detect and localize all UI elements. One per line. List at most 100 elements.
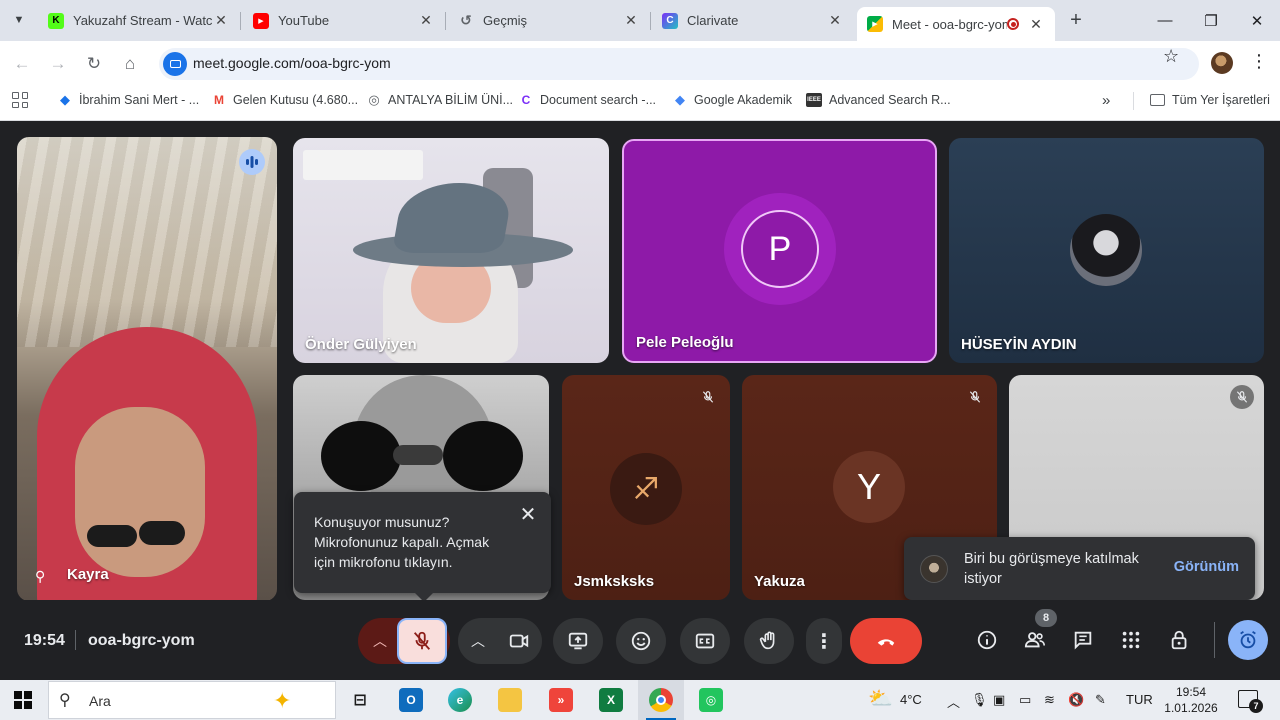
- browser-toolbar: ← → ↻ ⌂ meet.google.com/ooa-bgrc-yom ☆ ⋮: [0, 41, 1280, 86]
- more-options-button[interactable]: ⋮: [806, 618, 842, 664]
- meeting-time: 19:54: [24, 632, 65, 649]
- view-button[interactable]: Görünüm: [1174, 559, 1239, 575]
- scholar-icon: ◆: [60, 92, 70, 107]
- apps-grid-icon[interactable]: [12, 92, 28, 108]
- camera-toggle-button[interactable]: [496, 618, 542, 664]
- close-icon[interactable]: ✕: [826, 12, 844, 29]
- raise-hand-button[interactable]: [744, 618, 794, 664]
- camera-options-caret-icon[interactable]: ︿: [458, 618, 498, 664]
- close-icon[interactable]: ✕: [417, 12, 435, 29]
- present-button[interactable]: [553, 618, 603, 664]
- sagittarius-avatar-icon: ♐: [610, 453, 682, 525]
- leave-call-button[interactable]: [850, 618, 922, 664]
- bookmark-gmail[interactable]: M Gelen Kutusu (4.680...: [212, 90, 358, 110]
- mic-off-icon: [696, 385, 720, 409]
- copilot-sparkle-icon: ✦: [273, 688, 292, 713]
- taskbar-search-input[interactable]: ⚲ Ara ✦: [48, 681, 336, 719]
- all-bookmarks-label: Tüm Yer İşaretleri: [1172, 93, 1270, 107]
- taskbar-explorer[interactable]: [487, 680, 533, 720]
- tab-youtube[interactable]: ▶ YouTube ✕: [243, 0, 446, 41]
- history-icon: ↺: [460, 12, 472, 28]
- more-bookmarks-icon[interactable]: »: [1102, 90, 1110, 110]
- taskbar-chrome[interactable]: [638, 680, 684, 720]
- participant-tile-onder[interactable]: Önder Gülyiyen: [293, 138, 609, 363]
- participant-video: [293, 138, 609, 363]
- bookmark-google-akademik[interactable]: ◆ Google Akademik: [673, 90, 792, 110]
- forward-icon[interactable]: →: [46, 52, 70, 76]
- site-info-icon[interactable]: [163, 52, 187, 76]
- mic-off-icon: [413, 631, 431, 650]
- tray-overflow-icon[interactable]: ︿: [947, 692, 960, 711]
- captions-button[interactable]: [680, 618, 730, 664]
- tab-meet[interactable]: ▶ Meet - ooa-bgrc-yom ✕: [857, 7, 1055, 41]
- chat-button[interactable]: [1069, 626, 1097, 654]
- restore-icon[interactable]: ❐: [1188, 0, 1234, 41]
- new-tab-button[interactable]: +: [1065, 9, 1087, 31]
- participant-tile-pele[interactable]: P Pele Peleoğlu: [622, 139, 937, 363]
- tab-yakuzahf[interactable]: K Yakuzahf Stream - Watch ✕: [38, 0, 241, 41]
- notification-center-icon[interactable]: 7: [1238, 690, 1263, 713]
- bookmark-ibrahim[interactable]: ◆ İbrahim Sani Mert - ...: [58, 90, 199, 110]
- pin-icon: ⚲: [35, 568, 46, 584]
- recording-icon: [1007, 18, 1019, 30]
- reload-icon[interactable]: ↻: [82, 52, 106, 76]
- reactions-button[interactable]: [616, 618, 666, 664]
- taskbar-outlook[interactable]: O: [388, 680, 434, 720]
- menu-icon[interactable]: ⋮: [1250, 51, 1268, 72]
- bookmark-label: Google Akademik: [694, 93, 792, 107]
- participant-tile-jsmksksks[interactable]: ♐ Jsmksksks: [562, 375, 730, 600]
- taskbar-search-placeholder: Ara: [89, 693, 111, 709]
- people-button[interactable]: [1021, 626, 1049, 654]
- close-icon[interactable]: ✕: [212, 12, 230, 29]
- bookmark-antalya[interactable]: ◎ ANTALYA BİLİM ÜNİ...: [367, 90, 513, 110]
- minimize-icon[interactable]: —: [1142, 0, 1188, 41]
- back-icon[interactable]: ←: [10, 52, 34, 76]
- bookmark-document-search[interactable]: C Document search -...: [519, 90, 656, 110]
- tab-search-icon[interactable]: ▼: [6, 7, 32, 33]
- host-lock-icon: [1171, 630, 1187, 650]
- wifi-icon[interactable]: ≋: [1044, 692, 1055, 708]
- meeting-info-button[interactable]: [973, 626, 1001, 654]
- all-bookmarks[interactable]: Tüm Yer İşaretleri: [1150, 90, 1270, 110]
- url-text: meet.google.com/ooa-bgrc-yom: [193, 55, 391, 71]
- participant-name: Yakuza: [754, 573, 805, 590]
- taskbar-excel[interactable]: X: [588, 680, 634, 720]
- participant-name: HÜSEYİN AYDIN: [961, 336, 1077, 353]
- weather-icon: ⛅: [868, 688, 893, 710]
- close-icon[interactable]: ✕: [622, 12, 640, 29]
- profile-avatar[interactable]: [1211, 52, 1233, 74]
- activities-button[interactable]: [1117, 626, 1145, 654]
- mic-options-caret-icon[interactable]: ︿: [360, 618, 400, 664]
- kick-icon: K: [48, 12, 64, 29]
- tab-clarivate[interactable]: C Clarivate ✕: [652, 0, 854, 41]
- participant-tile-kayra[interactable]: ⚲ Kayra: [17, 137, 277, 601]
- task-view-button[interactable]: ⊟: [337, 680, 383, 720]
- bookmark-label: İbrahim Sani Mert - ...: [79, 93, 200, 107]
- taskbar-app[interactable]: ◎: [688, 680, 734, 720]
- taskbar-anydesk[interactable]: »: [538, 680, 584, 720]
- participant-avatar: [1070, 214, 1142, 286]
- mic-toggle-button[interactable]: [397, 618, 447, 664]
- chrome-icon: [649, 688, 673, 712]
- home-icon[interactable]: ⌂: [118, 52, 142, 76]
- clarivate-icon: C: [521, 93, 531, 107]
- camera-icon: [509, 634, 529, 648]
- weather-temp[interactable]: 4°C: [900, 692, 922, 707]
- host-controls-button[interactable]: [1166, 626, 1194, 654]
- participant-tile-huseyin[interactable]: HÜSEYİN AYDIN: [949, 138, 1264, 363]
- taskbar-clock[interactable]: 19:54 1.01.2026: [1160, 684, 1222, 716]
- timer-button[interactable]: [1228, 620, 1268, 660]
- emoji-icon: [631, 631, 651, 651]
- window-close-icon[interactable]: ✕: [1234, 0, 1280, 41]
- battery-icon[interactable]: ▭: [1019, 692, 1031, 708]
- popup-close-icon[interactable]: ✕: [517, 504, 539, 526]
- volume-mute-icon[interactable]: 🔇: [1068, 692, 1084, 708]
- input-language[interactable]: TUR: [1126, 692, 1153, 707]
- close-icon[interactable]: ✕: [1027, 16, 1045, 33]
- bookmark-label: Advanced Search R...: [829, 93, 951, 107]
- windows-start-icon[interactable]: [14, 691, 32, 709]
- bookmark-ieee[interactable]: IEEE Advanced Search R...: [806, 90, 951, 110]
- taskbar-edge[interactable]: e: [437, 680, 483, 720]
- tab-history[interactable]: ↺ Geçmiş ✕: [448, 0, 651, 41]
- address-bar[interactable]: meet.google.com/ooa-bgrc-yom: [159, 48, 1199, 80]
